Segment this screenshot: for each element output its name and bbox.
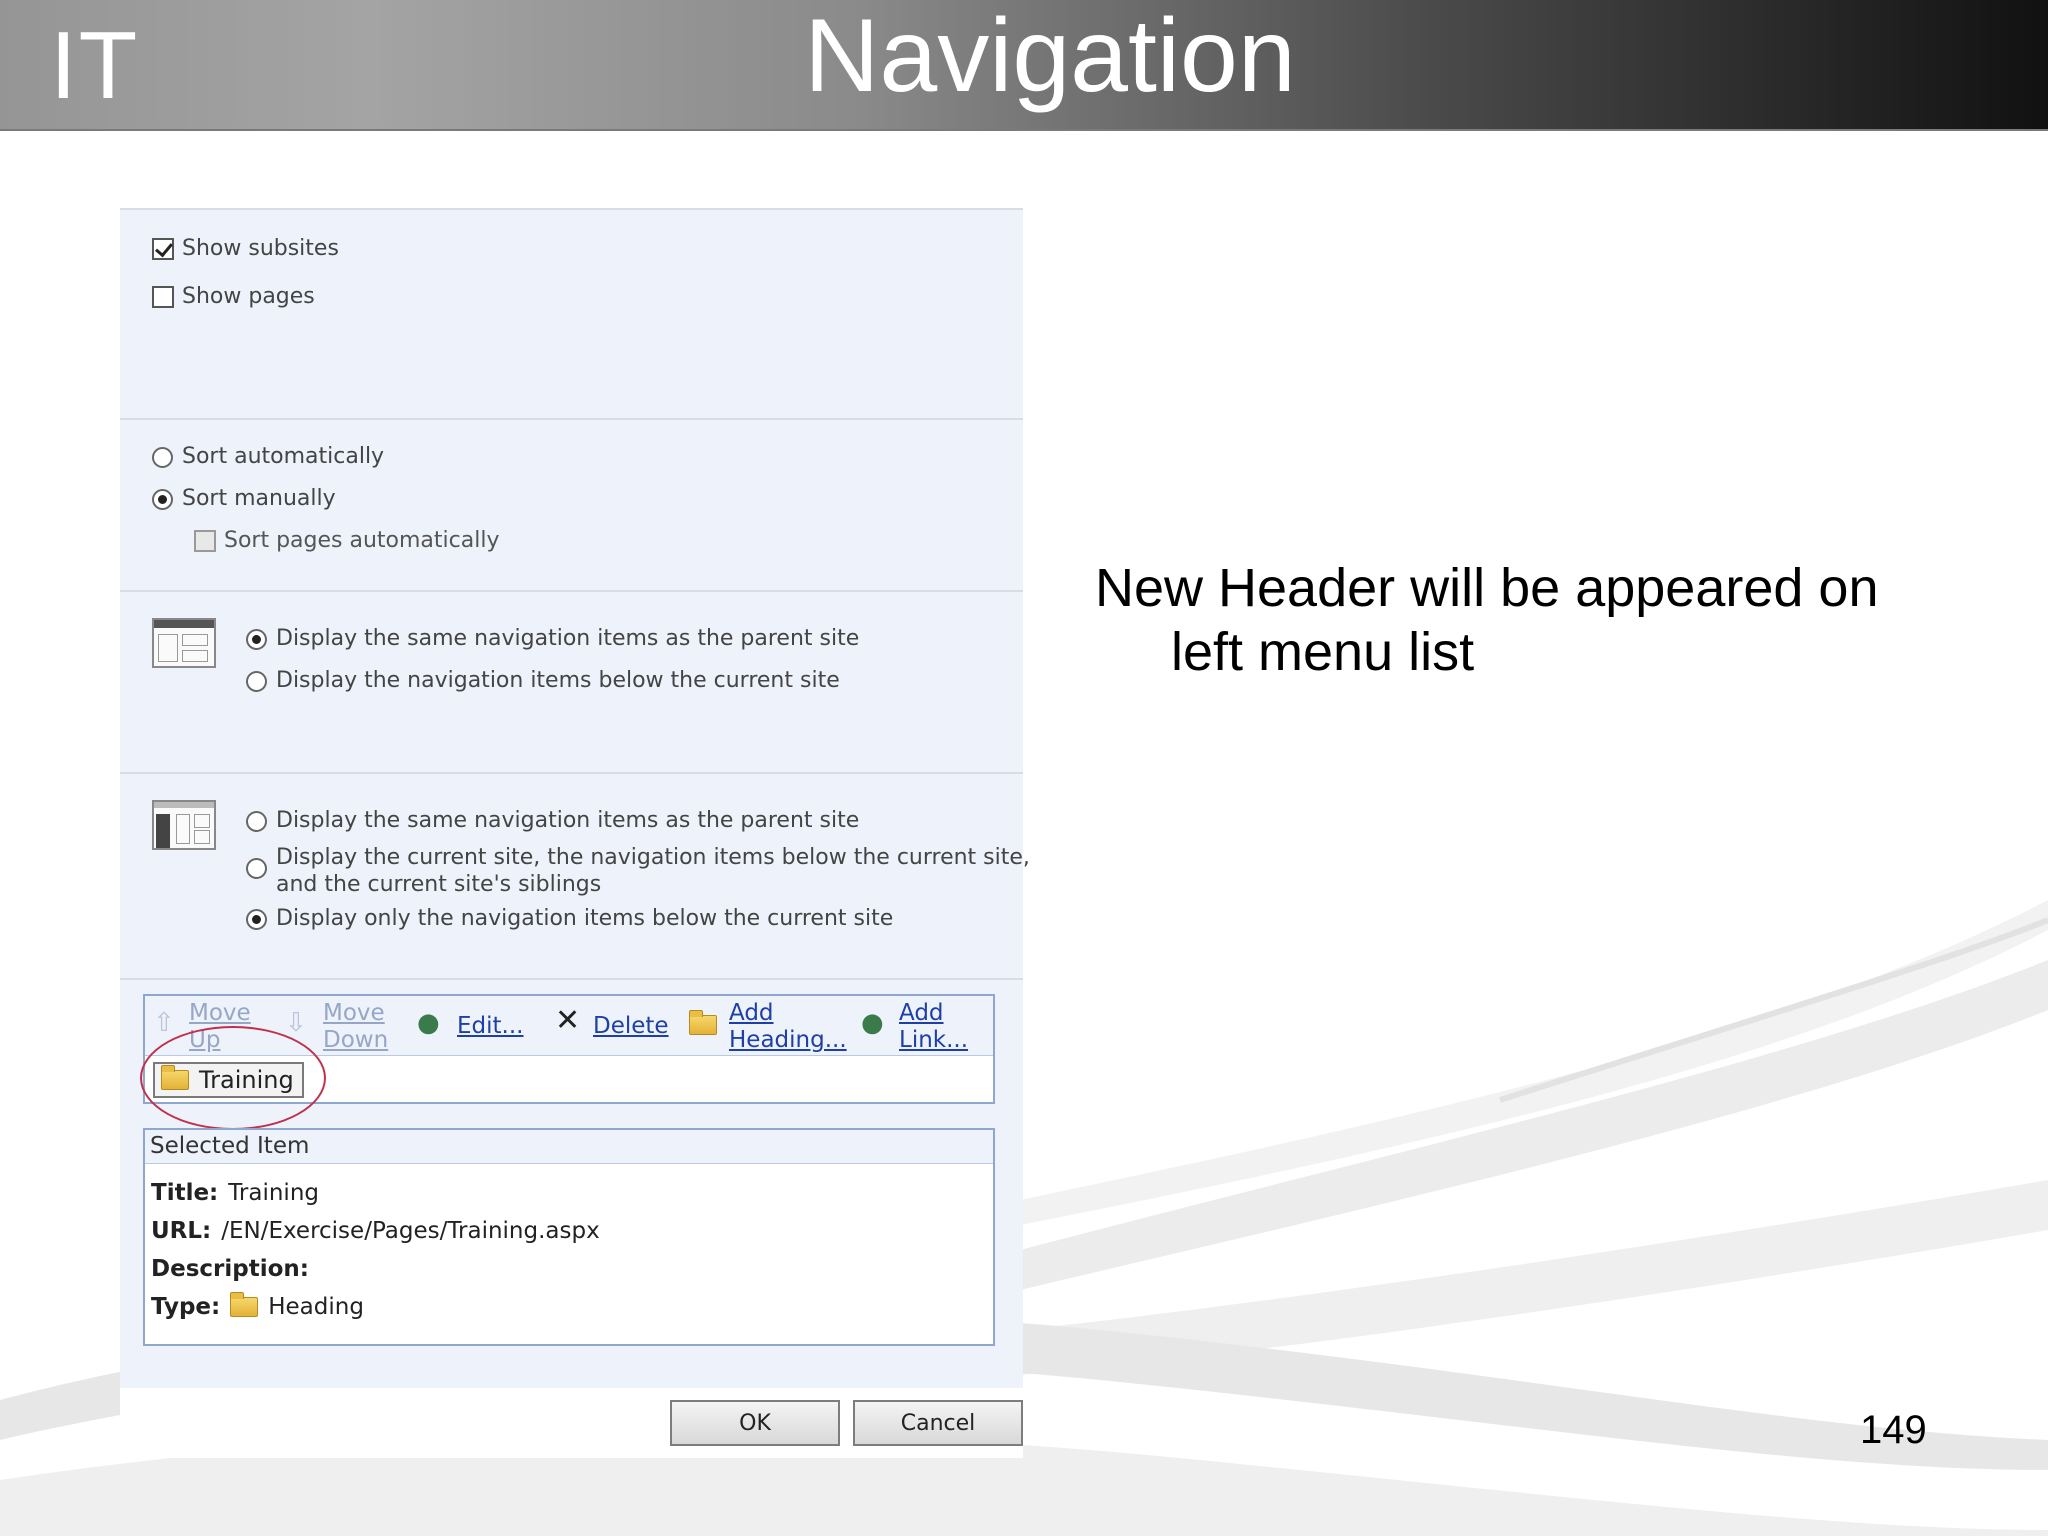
subsites-pages-section: Show subsites Show pages	[120, 208, 1023, 418]
current-nav-option-2-row[interactable]: Display the current site, the navigation…	[246, 844, 1030, 898]
global-nav-option-2-radio[interactable]	[246, 671, 267, 692]
show-subsites-row[interactable]: Show subsites	[152, 236, 339, 261]
sort-manually-label: Sort manually	[182, 486, 336, 511]
sort-manually-radio[interactable]	[152, 489, 173, 510]
add-heading-folder-icon	[689, 1010, 727, 1040]
current-nav-option-3-label: Display only the navigation items below …	[276, 906, 894, 931]
slide-note-line-2: left menu list	[1171, 622, 1475, 682]
global-nav-option-1-radio[interactable]	[246, 629, 267, 650]
add-heading-button[interactable]: Add Heading...	[729, 1000, 847, 1054]
global-navigation-section: Display the same navigation items as the…	[120, 590, 1023, 772]
current-nav-option-2-label-line-2: and the current site's siblings	[276, 872, 602, 897]
current-nav-option-3-radio[interactable]	[246, 909, 267, 930]
add-link-globe-icon: ●	[861, 1008, 884, 1038]
sort-automatically-row[interactable]: Sort automatically	[152, 444, 384, 469]
move-down-icon: ⇩	[285, 1008, 307, 1038]
current-nav-option-2-radio[interactable]	[246, 858, 267, 879]
global-navigation-icon	[152, 618, 216, 668]
current-nav-option-1-label: Display the same navigation items as the…	[276, 808, 860, 833]
selected-item-url-row: URL: /EN/Exercise/Pages/Training.aspx	[151, 1218, 600, 1244]
current-navigation-icon	[152, 800, 216, 850]
add-link-button[interactable]: Add Link...	[899, 1000, 968, 1054]
selected-item-description-row: Description:	[151, 1256, 319, 1282]
type-label: Type:	[151, 1294, 221, 1320]
current-navigation-section: Display the same navigation items as the…	[120, 772, 1030, 978]
selected-item-header: Selected Item	[145, 1130, 993, 1164]
heading-folder-icon	[230, 1292, 259, 1317]
edit-button[interactable]: Edit...	[457, 1013, 523, 1040]
slide-note: New Header will be appeared on left menu…	[1095, 556, 1995, 684]
page-number: 149	[1860, 1408, 1927, 1452]
show-subsites-label: Show subsites	[182, 236, 339, 261]
cancel-button[interactable]: Cancel	[853, 1400, 1023, 1446]
global-nav-option-1-row[interactable]: Display the same navigation items as the…	[246, 626, 859, 651]
current-nav-option-3-row[interactable]: Display only the navigation items below …	[246, 906, 893, 931]
move-down-button[interactable]: Move Down	[323, 1000, 388, 1054]
sort-pages-automatically-label: Sort pages automatically	[224, 528, 500, 553]
description-label: Description:	[151, 1256, 309, 1282]
type-value: Heading	[268, 1294, 364, 1320]
sort-automatically-radio[interactable]	[152, 447, 173, 468]
ok-button[interactable]: OK	[670, 1400, 840, 1446]
selected-item-title-row: Title: Training	[151, 1180, 319, 1206]
edit-globe-icon: ●	[417, 1008, 440, 1038]
global-nav-option-1-label: Display the same navigation items as the…	[276, 626, 860, 651]
selected-item-box: Selected Item Title: Training URL: /EN/E…	[143, 1128, 995, 1346]
slide-header-bar: IT Navigation	[0, 0, 2048, 131]
show-pages-label: Show pages	[182, 284, 315, 309]
slide-title: Navigation	[804, 0, 1296, 114]
sorting-section: Sort automatically Sort manually Sort pa…	[120, 418, 1023, 590]
title-label: Title:	[151, 1180, 219, 1206]
url-value: /EN/Exercise/Pages/Training.aspx	[221, 1218, 600, 1244]
highlight-circle-annotation	[140, 1026, 326, 1130]
title-value: Training	[228, 1180, 320, 1206]
url-label: URL:	[151, 1218, 212, 1244]
global-nav-option-2-row[interactable]: Display the navigation items below the c…	[246, 668, 840, 693]
sort-pages-automatically-row[interactable]: Sort pages automatically	[194, 528, 499, 553]
move-up-icon: ⇧	[153, 1008, 175, 1038]
selected-item-type-row: Type: Heading	[151, 1292, 364, 1320]
delete-button[interactable]: Delete	[593, 1013, 669, 1040]
sort-manually-row[interactable]: Sort manually	[152, 486, 336, 511]
sort-automatically-label: Sort automatically	[182, 444, 385, 469]
show-pages-checkbox[interactable]	[152, 286, 174, 308]
current-nav-option-1-row[interactable]: Display the same navigation items as the…	[246, 808, 859, 833]
show-pages-row[interactable]: Show pages	[152, 284, 315, 309]
sort-pages-automatically-checkbox[interactable]	[194, 530, 216, 552]
current-nav-option-2-label-line-1: Display the current site, the navigation…	[276, 845, 1030, 870]
current-nav-option-1-radio[interactable]	[246, 811, 267, 832]
delete-x-icon: ✕	[555, 1003, 581, 1038]
slide-note-line-1: New Header will be appeared on	[1095, 558, 1879, 618]
show-subsites-checkbox[interactable]	[152, 238, 174, 260]
navigation-settings-panel: Show subsites Show pages Sort automatica…	[120, 208, 1030, 1458]
global-nav-option-2-label: Display the navigation items below the c…	[276, 668, 840, 693]
